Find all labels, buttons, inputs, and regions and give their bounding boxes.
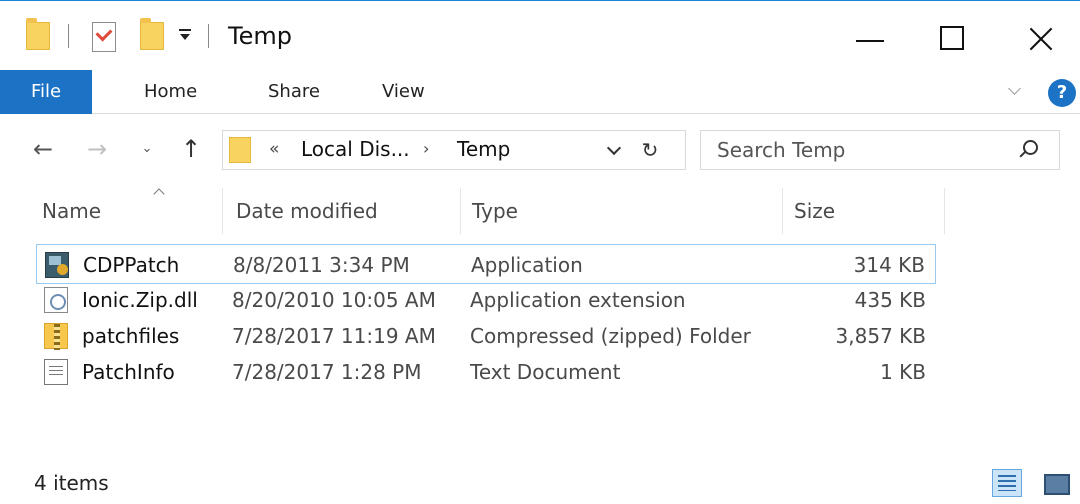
search-box[interactable] (700, 130, 1060, 170)
status-bar: 4 items (0, 461, 1080, 504)
customize-quick-access-dropdown[interactable] (176, 24, 194, 44)
address-dropdown-chevron-icon[interactable] (607, 143, 621, 155)
column-header-size[interactable]: Size (786, 186, 942, 236)
file-type: Compressed (zipped) Folder (470, 324, 751, 348)
file-size: 435 KB (854, 288, 926, 312)
folder-icon (229, 137, 251, 163)
new-folder-icon[interactable] (140, 18, 164, 50)
file-row-patchfiles[interactable]: patchfiles 7/28/2017 11:19 AM Compressed… (36, 316, 936, 356)
file-size: 3,857 KB (835, 324, 926, 348)
file-type: Application (471, 253, 583, 277)
file-date-modified: 7/28/2017 1:28 PM (232, 360, 422, 384)
breadcrumb-local-disk[interactable]: Local Dis... (301, 137, 410, 161)
large-icons-view-icon[interactable] (1040, 469, 1070, 497)
column-divider[interactable] (782, 188, 783, 234)
navigation-bar: ← → ⌄ ↑ « Local Dis... › Temp ↻ (0, 114, 1080, 186)
hidden-path-chevron-icon[interactable]: « (269, 139, 279, 159)
title-bar: Temp (0, 2, 1080, 70)
zip-folder-icon (44, 323, 68, 350)
file-date-modified: 7/28/2017 11:19 AM (232, 324, 436, 348)
close-button[interactable] (1010, 10, 1074, 60)
file-date-modified: 8/20/2010 10:05 AM (232, 288, 436, 312)
file-row-patchinfo[interactable]: PatchInfo 7/28/2017 1:28 PM Text Documen… (36, 352, 936, 392)
minimize-button[interactable] (840, 10, 904, 60)
column-header-name[interactable]: Name (34, 186, 220, 236)
refresh-icon[interactable]: ↻ (637, 137, 663, 163)
file-explorer-window: Temp File Home Share View ? ← → ⌄ ↑ « Lo… (0, 0, 1080, 504)
application-icon (45, 252, 69, 278)
back-arrow-icon[interactable]: ← (28, 134, 58, 164)
forward-arrow-icon[interactable]: → (82, 134, 112, 164)
breadcrumb-separator-icon[interactable]: › (423, 139, 429, 158)
maximize-button[interactable] (920, 10, 984, 60)
details-view-icon[interactable] (992, 469, 1022, 497)
file-size: 1 KB (880, 360, 926, 384)
column-headers: Name Date modified Type Size (0, 186, 1080, 236)
column-header-name-label: Name (42, 199, 102, 223)
help-icon[interactable]: ? (1048, 79, 1076, 107)
tab-share[interactable]: Share (268, 70, 320, 114)
column-divider[interactable] (460, 188, 461, 234)
file-type: Text Document (470, 360, 621, 384)
tab-file[interactable]: File (0, 70, 92, 114)
ribbon-tabs: File Home Share View ? (0, 70, 1080, 114)
search-input[interactable] (717, 135, 1007, 165)
properties-icon[interactable] (92, 22, 116, 52)
toolbar-separator (208, 24, 209, 48)
search-icon[interactable] (1017, 140, 1039, 162)
recent-locations-chevron-icon[interactable]: ⌄ (132, 134, 162, 164)
column-divider[interactable] (944, 188, 945, 234)
column-divider[interactable] (222, 188, 223, 234)
text-document-icon (44, 359, 68, 385)
breadcrumb-temp[interactable]: Temp (457, 137, 510, 161)
file-row-cdppatch[interactable]: CDPPatch 8/8/2011 3:34 PM Application 31… (36, 244, 936, 284)
tab-view[interactable]: View (382, 70, 425, 114)
file-size: 314 KB (853, 253, 925, 277)
file-name: PatchInfo (82, 360, 175, 384)
file-date-modified: 8/8/2011 3:34 PM (233, 253, 410, 277)
sort-ascending-icon (152, 184, 166, 198)
file-type: Application extension (470, 288, 686, 312)
toolbar-separator (68, 24, 69, 48)
address-bar[interactable]: « Local Dis... › Temp ↻ (222, 130, 686, 170)
file-row-ionic-zip-dll[interactable]: Ionic.Zip.dll 8/20/2010 10:05 AM Applica… (36, 280, 936, 320)
tab-home[interactable]: Home (144, 70, 197, 114)
file-name: patchfiles (82, 324, 180, 348)
dll-icon (44, 287, 68, 313)
column-header-date-modified[interactable]: Date modified (228, 186, 458, 236)
up-arrow-icon[interactable]: ↑ (176, 134, 206, 164)
folder-icon (26, 18, 50, 50)
minimize-icon (856, 40, 884, 42)
file-name: CDPPatch (83, 253, 180, 277)
expand-ribbon-chevron-icon[interactable] (1008, 84, 1022, 98)
window-title: Temp (228, 22, 292, 50)
column-header-type[interactable]: Type (464, 186, 780, 236)
file-name: Ionic.Zip.dll (82, 288, 198, 312)
item-count: 4 items (34, 471, 109, 495)
maximize-icon (940, 26, 964, 50)
